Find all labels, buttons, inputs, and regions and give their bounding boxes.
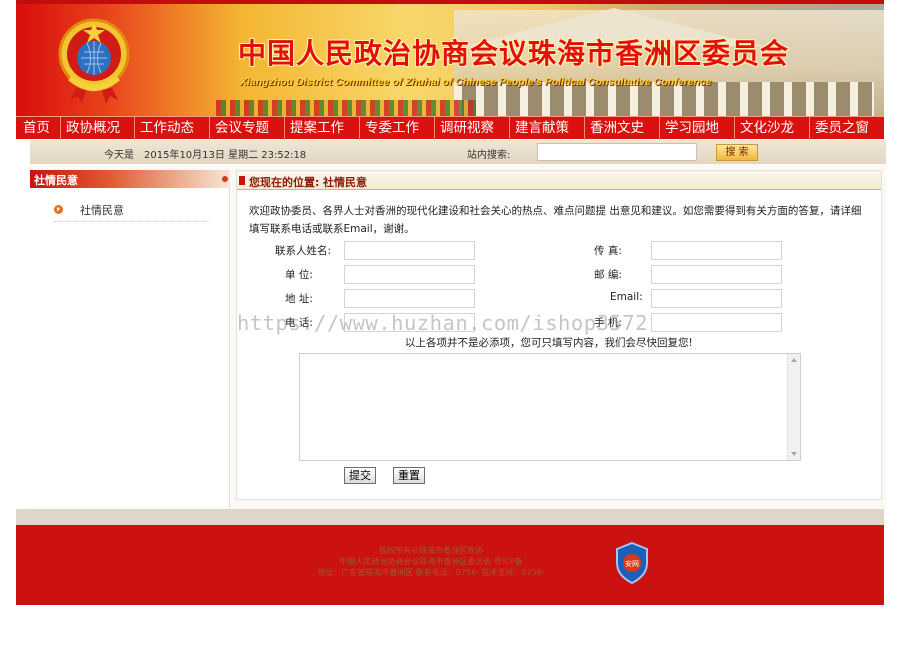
content-area: 社情民意 社情民意 您现在的位置: 社情民意 欢迎政协委员、各界人士对香洲的现代… [30, 164, 886, 509]
postcode-field[interactable] [651, 265, 782, 284]
sidebar: 社情民意 社情民意 [30, 170, 230, 508]
address-label: 地 址: [285, 293, 313, 305]
email-field[interactable] [651, 289, 782, 308]
site-banner: 中国人民政治协商会议珠海市香洲区委员会 Xiangzhou District C… [16, 0, 884, 116]
date-value: 2015年10月13日 星期二 23:52:18 [144, 150, 307, 161]
breadcrumb-prefix: 您现在的位置: [249, 176, 320, 189]
nav-separator [284, 116, 285, 140]
svg-text:安网: 安网 [625, 559, 639, 568]
form-hint: 以上各项并不是必添项，您可只填写内容，我们会尽快回复您! [405, 337, 693, 349]
intro-text: 欢迎政协委员、各界人士对香洲的现代化建设和社会关心的热点、难点问题提 出意见和建… [249, 205, 862, 235]
nav-separator [434, 116, 435, 140]
mobile-field[interactable] [651, 313, 782, 332]
submit-button[interactable]: 提交 [344, 467, 376, 484]
search-input[interactable] [537, 143, 697, 161]
address-field[interactable] [344, 289, 475, 308]
name-field[interactable] [344, 241, 475, 260]
footer-text: 版权所有©珠海市香洲区政协 中国人民政治协商会议珠海市香洲区委员会 粤ICP备 … [256, 545, 606, 578]
message-textarea[interactable] [299, 353, 801, 461]
site-title: 中国人民政治协商会议珠海市香洲区委员会 [238, 37, 790, 70]
page: 中国人民政治协商会议珠海市香洲区委员会 Xiangzhou District C… [16, 0, 886, 605]
fax-field[interactable] [651, 241, 782, 260]
banner-flowers [216, 100, 476, 116]
breadcrumb-current[interactable]: 社情民意 [323, 174, 367, 190]
unit-field[interactable] [344, 265, 475, 284]
banner-top-line [16, 0, 884, 4]
fax-label: 传 真: [594, 245, 622, 257]
nav-separator [659, 116, 660, 140]
nav-item-study[interactable]: 学习园地 [665, 117, 734, 140]
nav-separator [359, 116, 360, 140]
main-panel: 您现在的位置: 社情民意 欢迎政协委员、各界人士对香洲的现代化建设和社会关心的热… [236, 170, 882, 500]
orange-arrow-bullet-icon [54, 205, 63, 214]
sidebar-item-label: 社情民意 [80, 204, 124, 217]
info-bar: 今天是 2015年10月13日 星期二 23:52:18 站内搜索: 搜 索 [30, 140, 886, 164]
nav-separator [209, 116, 210, 140]
scroll-down-icon[interactable] [791, 452, 797, 456]
date-label: 今天是 [104, 150, 134, 161]
site-subtitle: Xiangzhou District Committee of Zhuhai o… [240, 76, 712, 88]
sidebar-item-public-opinion[interactable]: 社情民意 [54, 202, 210, 222]
footer: 版权所有©珠海市香洲区政协 中国人民政治协商会议珠海市香洲区委员会 粤ICP备 … [16, 525, 884, 605]
footer-divider [16, 509, 884, 525]
nav-separator [809, 116, 810, 140]
breadcrumb-marker-icon [239, 176, 245, 185]
nav-item-overview[interactable]: 政协概况 [66, 117, 134, 140]
sidebar-title: 社情民意 [34, 174, 78, 187]
nav-item-suggestions[interactable]: 建言献策 [515, 117, 584, 140]
nav-separator [509, 116, 510, 140]
security-shield-icon[interactable]: 安网 [614, 541, 650, 585]
footer-contact: 地址：广东省珠海市香洲区 联系电话：0756- 技术支持：0756- [317, 568, 545, 577]
scroll-up-icon[interactable] [791, 358, 797, 362]
search-button[interactable]: 搜 索 [716, 144, 758, 161]
email-label: Email: [610, 291, 643, 303]
nav-item-members[interactable]: 委员之窗 [815, 117, 879, 140]
nav-item-news[interactable]: 工作动态 [140, 117, 209, 140]
postcode-label: 邮 编: [594, 269, 622, 281]
nav-item-home[interactable]: 首页 [23, 117, 60, 140]
unit-label: 单 位: [285, 269, 313, 281]
sidebar-header: 社情民意 [30, 170, 230, 188]
cppcc-emblem-icon [58, 18, 130, 104]
nav-separator [734, 116, 735, 140]
nav-separator [134, 116, 135, 140]
nav-item-salon[interactable]: 文化沙龙 [740, 117, 809, 140]
nav-item-research[interactable]: 调研视察 [440, 117, 509, 140]
name-label: 联系人姓名: [275, 245, 332, 257]
mobile-label: 手 机: [594, 317, 622, 329]
phone-field[interactable] [344, 313, 475, 332]
footer-icp: 中国人民政治协商会议珠海市香洲区委员会 粤ICP备 [339, 557, 523, 566]
nav-item-proposals[interactable]: 提案工作 [290, 117, 359, 140]
nav-item-committees[interactable]: 专委工作 [365, 117, 434, 140]
reset-button[interactable]: 重置 [393, 467, 425, 484]
nav-separator [584, 116, 585, 140]
sidebar-header-dot-icon [222, 176, 228, 182]
message-scrollbar[interactable] [787, 354, 800, 460]
footer-copyright: 版权所有©珠海市香洲区政协 [379, 546, 483, 555]
main-nav: 首页 政协概况 工作动态 会议专题 提案工作 专委工作 调研视察 建言献策 香洲… [16, 116, 884, 140]
nav-item-history[interactable]: 香洲文史 [590, 117, 659, 140]
phone-label: 电 话: [285, 317, 313, 329]
breadcrumb: 您现在的位置: 社情民意 [237, 171, 881, 190]
search-label: 站内搜索: [467, 150, 511, 161]
nav-item-meetings[interactable]: 会议专题 [215, 117, 284, 140]
nav-separator [60, 116, 61, 140]
